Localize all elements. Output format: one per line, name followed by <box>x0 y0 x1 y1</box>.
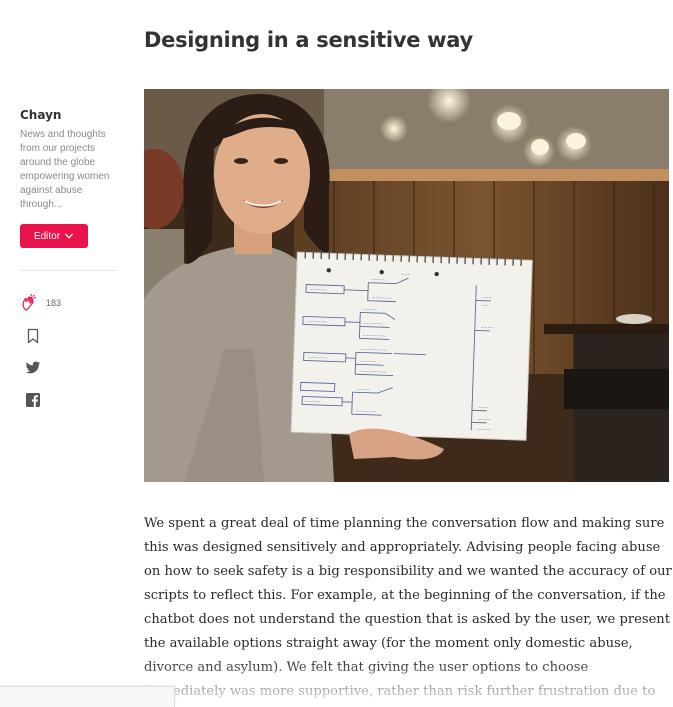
chevron-down-icon <box>64 231 74 241</box>
svg-text:~~~~~~~: ~~~~~~~ <box>362 332 386 338</box>
svg-text:~~~~: ~~~~ <box>357 386 371 391</box>
article-photo: ~~~~~~~~~~~~ ~~~~~~~~~~~~~~~~ ~~~~~~~~~~… <box>144 89 669 482</box>
publication-name[interactable]: Chayn <box>20 108 120 122</box>
svg-text:~~~: ~~~ <box>482 295 492 300</box>
clap-button[interactable]: 183 <box>20 294 120 312</box>
svg-text:~~~~: ~~~~ <box>372 277 386 282</box>
clap-count: 183 <box>46 298 61 308</box>
bottom-bar <box>0 686 175 707</box>
editor-button-label: Editor <box>34 231 60 242</box>
svg-text:~~~~: ~~~~ <box>477 427 491 432</box>
svg-text:~~~~~~: ~~~~~~ <box>307 319 327 325</box>
svg-text:~~~~: ~~~~ <box>363 307 377 312</box>
svg-text:~~~~~~: ~~~~~~ <box>363 321 383 327</box>
svg-text:~~~~~~: ~~~~~~ <box>356 408 376 414</box>
svg-text:~~~~~~~~: ~~~~~~~~ <box>359 368 386 374</box>
svg-text:~~~~~~: ~~~~~~ <box>372 295 392 301</box>
clap-icon <box>20 294 38 312</box>
twitter-icon[interactable] <box>25 360 41 376</box>
article-body: We spent a great deal of time planning t… <box>144 512 672 704</box>
svg-text:~~~~: ~~~~ <box>478 417 492 422</box>
svg-text:~~~~: ~~~~ <box>481 325 495 330</box>
sidebar-divider <box>20 270 118 271</box>
svg-text:~~~~~~: ~~~~~~ <box>308 355 328 361</box>
bookmark-icon[interactable] <box>25 328 41 344</box>
facebook-icon[interactable] <box>25 392 41 408</box>
editor-button[interactable]: Editor <box>20 224 88 248</box>
sidebar: Chayn News and thoughts from our project… <box>20 108 120 408</box>
svg-text:~~~~~: ~~~~~ <box>310 287 327 293</box>
svg-text:~~~~~: ~~~~~ <box>360 358 377 364</box>
svg-text:~~~: ~~~ <box>401 272 411 277</box>
svg-text:~~~~~: ~~~~~ <box>304 399 321 405</box>
publication-description: News and thoughts from our projects arou… <box>20 128 120 212</box>
article-heading: Designing in a sensitive way <box>144 28 473 52</box>
svg-text:~~~~~~~~: ~~~~~~~~ <box>360 346 387 352</box>
svg-text:~~: ~~ <box>482 303 489 308</box>
svg-text:~~~: ~~~ <box>478 405 488 410</box>
